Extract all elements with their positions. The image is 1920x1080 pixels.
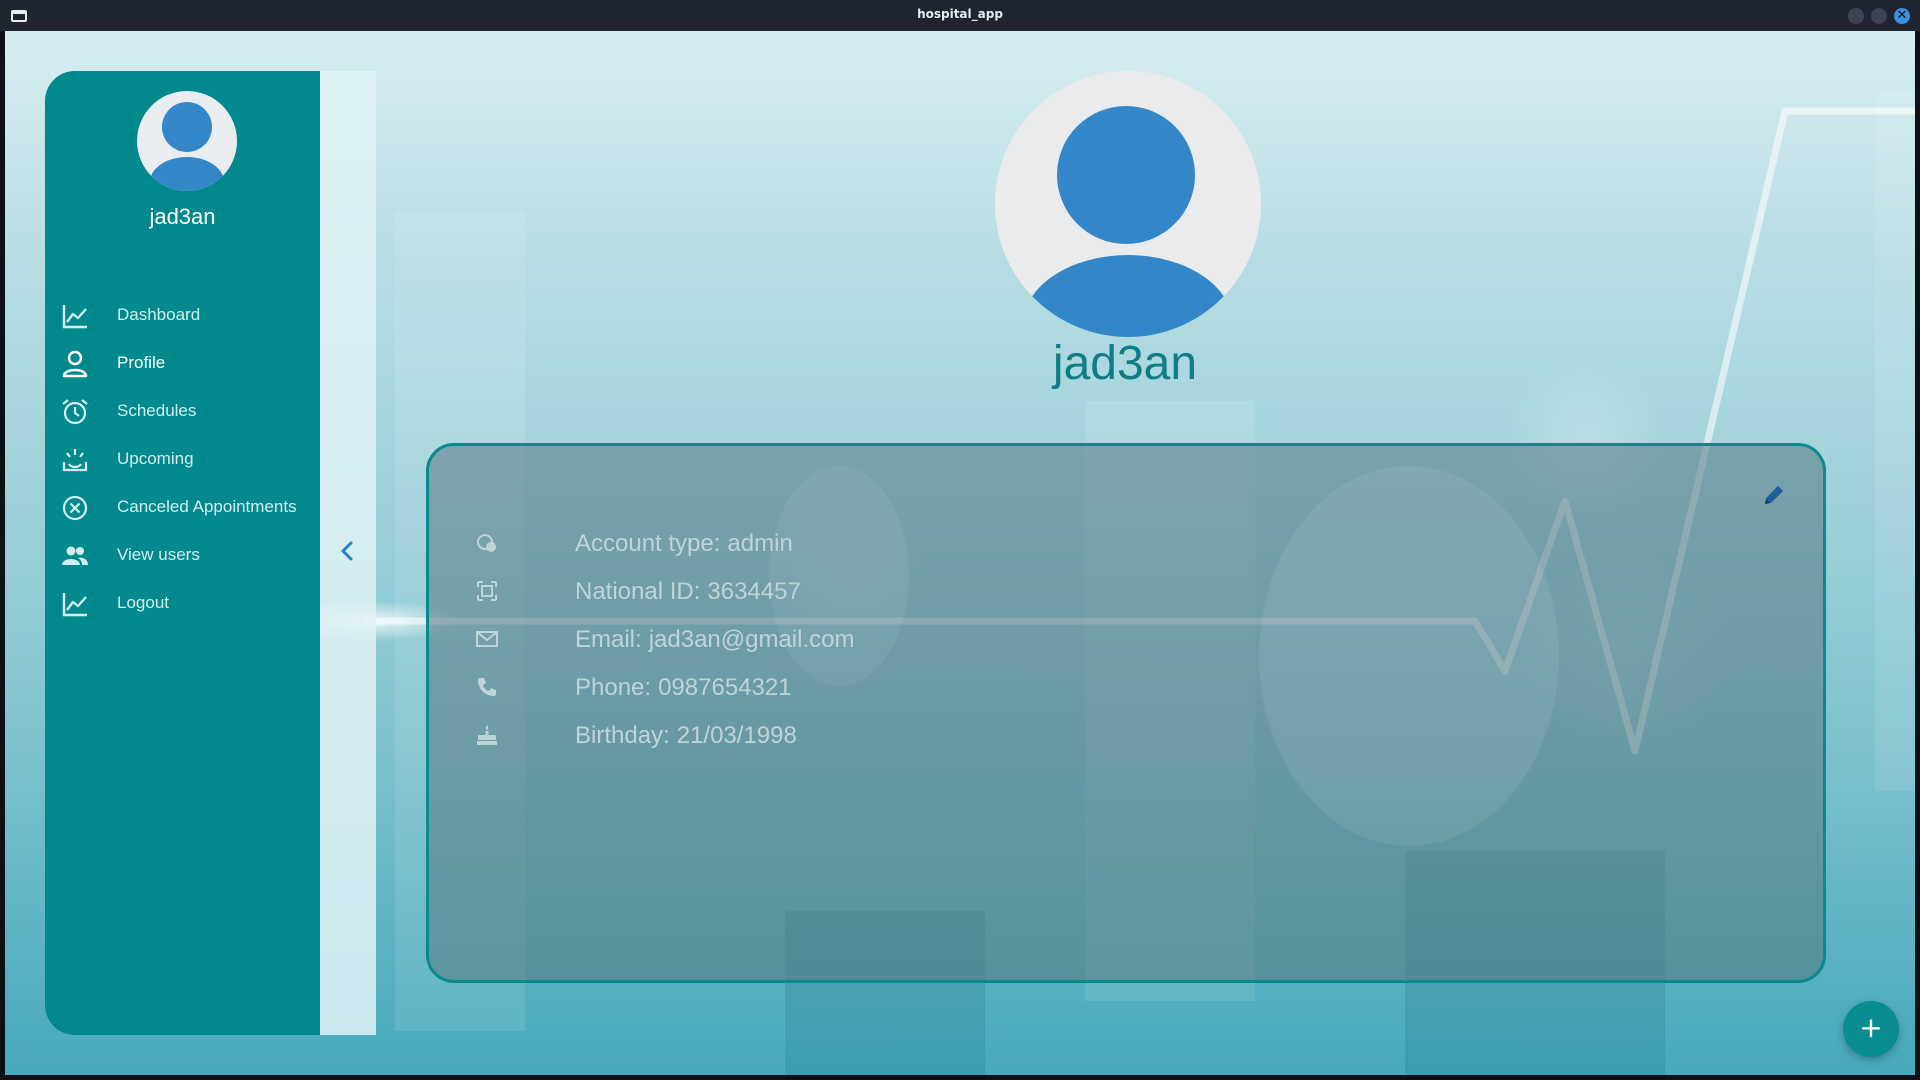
email-label: Email: xyxy=(575,626,642,653)
add-icon: + xyxy=(1859,1011,1883,1044)
profile-avatar-icon xyxy=(995,71,1261,337)
account-type-icon xyxy=(477,534,496,552)
birthday-label: Birthday: xyxy=(575,722,670,749)
group-icon xyxy=(62,546,88,565)
national-id-label: National ID: xyxy=(575,578,701,605)
sidebar-item-upcoming[interactable]: Upcoming xyxy=(45,435,320,483)
sidebar-item-schedules[interactable]: Schedules xyxy=(45,387,320,435)
account-type-label: Account type: xyxy=(575,530,721,557)
chart-line-icon xyxy=(62,593,87,617)
upcoming-icon xyxy=(62,449,88,472)
add-button[interactable]: + xyxy=(1843,1001,1899,1057)
sidebar-username: jad3an xyxy=(149,204,216,229)
sidebar: jad3an Dashboard Profile Schedules Upcom… xyxy=(45,71,320,1035)
sidebar-item-logout[interactable]: Logout xyxy=(45,579,320,627)
close-button[interactable]: ✕ xyxy=(1894,8,1910,24)
app-window: jad3an Dashboard Profile Schedules Upcom… xyxy=(5,31,1915,1075)
phone-value: 0987654321 xyxy=(658,674,792,701)
sidebar-item-label: Canceled Appointments xyxy=(117,497,297,516)
phone-icon xyxy=(478,678,496,696)
window-title: hospital_app xyxy=(917,7,1003,21)
sidebar-item-label: Schedules xyxy=(117,401,197,420)
sidebar-item-label: View users xyxy=(117,545,200,564)
profile-name: jad3an xyxy=(1052,337,1198,390)
sidebar-collapse-panel xyxy=(320,71,376,1035)
birthday-row: Birthday: 21/03/1998 xyxy=(475,719,1375,751)
mail-icon xyxy=(476,631,498,647)
alarm-clock-icon xyxy=(62,399,88,425)
sidebar-item-dashboard[interactable]: Dashboard xyxy=(45,291,320,339)
cancel-circle-icon xyxy=(62,495,88,521)
maximize-button[interactable] xyxy=(1871,8,1887,24)
email-value: jad3an@gmail.com xyxy=(648,626,855,653)
sidebar-item-canceled-appointments[interactable]: Canceled Appointments xyxy=(45,483,320,531)
phone-label: Phone: xyxy=(575,674,652,701)
birthday-value: 21/03/1998 xyxy=(676,722,797,749)
user-avatar-icon[interactable] xyxy=(137,91,237,191)
sidebar-item-view-users[interactable]: View users xyxy=(45,531,320,579)
sidebar-item-label: Dashboard xyxy=(117,305,201,324)
id-card-icon xyxy=(477,581,497,601)
national-id-value: 3634457 xyxy=(707,578,801,605)
chart-line-icon xyxy=(62,305,87,329)
phone-row: Phone: 0987654321 xyxy=(475,671,1375,703)
sidebar-item-label: Logout xyxy=(117,593,169,612)
account-type-value: admin xyxy=(727,530,793,557)
window-title-bar: hospital_app ✕ xyxy=(0,0,1920,31)
pencil-icon[interactable] xyxy=(1761,482,1787,508)
sidebar-item-label: Upcoming xyxy=(117,449,194,468)
minimize-button[interactable] xyxy=(1848,8,1864,24)
account-type-row: Account type: admin xyxy=(475,527,1375,559)
cake-icon xyxy=(477,725,497,745)
email-row: Email: jad3an@gmail.com xyxy=(475,623,1375,655)
profile-info-card: Account type: admin National ID: 3634457 E… xyxy=(426,443,1826,983)
chevron-left-icon[interactable] xyxy=(334,537,362,565)
national-id-row: National ID: 3634457 xyxy=(475,575,1375,607)
